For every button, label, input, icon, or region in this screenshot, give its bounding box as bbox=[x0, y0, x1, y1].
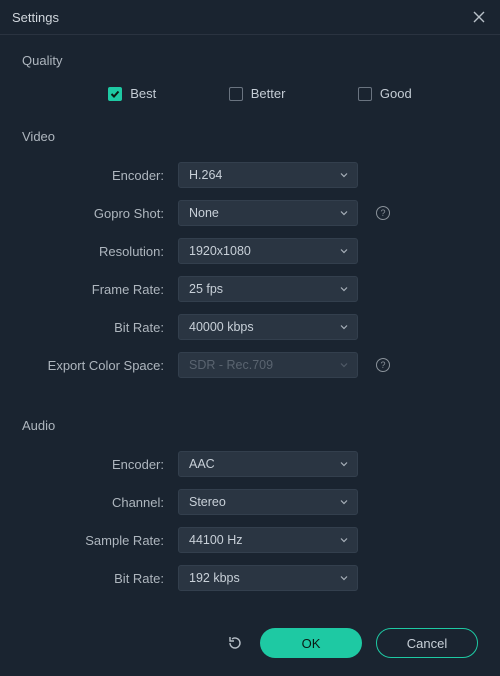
chevron-down-icon bbox=[339, 497, 349, 507]
chevron-down-icon bbox=[339, 246, 349, 256]
dialog-footer: OK Cancel bbox=[0, 616, 500, 676]
close-button[interactable] bbox=[470, 8, 488, 26]
video-title: Video bbox=[22, 129, 478, 144]
select-value: SDR - Rec.709 bbox=[189, 358, 273, 372]
ok-label: OK bbox=[302, 636, 321, 651]
titlebar: Settings bbox=[0, 0, 500, 35]
help-icon[interactable]: ? bbox=[376, 358, 390, 372]
close-icon bbox=[473, 11, 485, 23]
row-audio-encoder: Encoder: AAC bbox=[22, 451, 478, 477]
select-value: 1920x1080 bbox=[189, 244, 251, 258]
label-colorspace: Export Color Space: bbox=[22, 358, 178, 373]
dialog-content: Quality Best Better Good bbox=[0, 35, 500, 616]
select-resolution[interactable]: 1920x1080 bbox=[178, 238, 358, 264]
quality-best[interactable]: Best bbox=[108, 86, 156, 101]
reset-icon bbox=[227, 635, 243, 651]
row-audio-bitrate: Bit Rate: 192 kbps bbox=[22, 565, 478, 591]
row-gopro: Gopro Shot: None ? bbox=[22, 200, 478, 226]
chevron-down-icon bbox=[339, 535, 349, 545]
label-samplerate: Sample Rate: bbox=[22, 533, 178, 548]
quality-better[interactable]: Better bbox=[229, 86, 286, 101]
checkbox-icon bbox=[358, 87, 372, 101]
label-audio-bitrate: Bit Rate: bbox=[22, 571, 178, 586]
ok-button[interactable]: OK bbox=[260, 628, 362, 658]
select-value: None bbox=[189, 206, 219, 220]
quality-good[interactable]: Good bbox=[358, 86, 412, 101]
chevron-down-icon bbox=[339, 208, 349, 218]
label-gopro: Gopro Shot: bbox=[22, 206, 178, 221]
select-audio-encoder[interactable]: AAC bbox=[178, 451, 358, 477]
quality-section: Quality Best Better Good bbox=[22, 53, 478, 101]
chevron-down-icon bbox=[339, 573, 349, 583]
cancel-button[interactable]: Cancel bbox=[376, 628, 478, 658]
chevron-down-icon bbox=[339, 322, 349, 332]
checkbox-icon bbox=[108, 87, 122, 101]
select-framerate[interactable]: 25 fps bbox=[178, 276, 358, 302]
label-video-encoder: Encoder: bbox=[22, 168, 178, 183]
row-channel: Channel: Stereo bbox=[22, 489, 478, 515]
settings-dialog: Settings Quality Best Better bbox=[0, 0, 500, 676]
row-video-bitrate: Bit Rate: 40000 kbps bbox=[22, 314, 478, 340]
quality-good-label: Good bbox=[380, 86, 412, 101]
select-value: Stereo bbox=[189, 495, 226, 509]
row-video-encoder: Encoder: H.264 bbox=[22, 162, 478, 188]
quality-better-label: Better bbox=[251, 86, 286, 101]
select-value: 192 kbps bbox=[189, 571, 240, 585]
select-value: AAC bbox=[189, 457, 215, 471]
audio-title: Audio bbox=[22, 418, 478, 433]
video-section: Video Encoder: H.264 Gopro Shot: None ? … bbox=[22, 129, 478, 378]
row-colorspace: Export Color Space: SDR - Rec.709 ? bbox=[22, 352, 478, 378]
row-framerate: Frame Rate: 25 fps bbox=[22, 276, 478, 302]
select-value: 25 fps bbox=[189, 282, 223, 296]
label-audio-encoder: Encoder: bbox=[22, 457, 178, 472]
select-channel[interactable]: Stereo bbox=[178, 489, 358, 515]
quality-options: Best Better Good bbox=[22, 86, 478, 101]
label-video-bitrate: Bit Rate: bbox=[22, 320, 178, 335]
help-icon[interactable]: ? bbox=[376, 206, 390, 220]
select-value: 44100 Hz bbox=[189, 533, 243, 547]
select-video-encoder[interactable]: H.264 bbox=[178, 162, 358, 188]
cancel-label: Cancel bbox=[407, 636, 447, 651]
row-samplerate: Sample Rate: 44100 Hz bbox=[22, 527, 478, 553]
row-resolution: Resolution: 1920x1080 bbox=[22, 238, 478, 264]
label-channel: Channel: bbox=[22, 495, 178, 510]
select-audio-bitrate[interactable]: 192 kbps bbox=[178, 565, 358, 591]
checkbox-icon bbox=[229, 87, 243, 101]
chevron-down-icon bbox=[339, 284, 349, 294]
quality-best-label: Best bbox=[130, 86, 156, 101]
select-gopro[interactable]: None bbox=[178, 200, 358, 226]
select-video-bitrate[interactable]: 40000 kbps bbox=[178, 314, 358, 340]
select-value: H.264 bbox=[189, 168, 222, 182]
reset-button[interactable] bbox=[224, 632, 246, 654]
select-samplerate[interactable]: 44100 Hz bbox=[178, 527, 358, 553]
quality-title: Quality bbox=[22, 53, 478, 68]
chevron-down-icon bbox=[339, 459, 349, 469]
audio-section: Audio Encoder: AAC Channel: Stereo Sampl… bbox=[22, 418, 478, 591]
chevron-down-icon bbox=[339, 170, 349, 180]
chevron-down-icon bbox=[339, 360, 349, 370]
label-resolution: Resolution: bbox=[22, 244, 178, 259]
dialog-title: Settings bbox=[12, 10, 59, 25]
select-value: 40000 kbps bbox=[189, 320, 254, 334]
select-colorspace[interactable]: SDR - Rec.709 bbox=[178, 352, 358, 378]
label-framerate: Frame Rate: bbox=[22, 282, 178, 297]
